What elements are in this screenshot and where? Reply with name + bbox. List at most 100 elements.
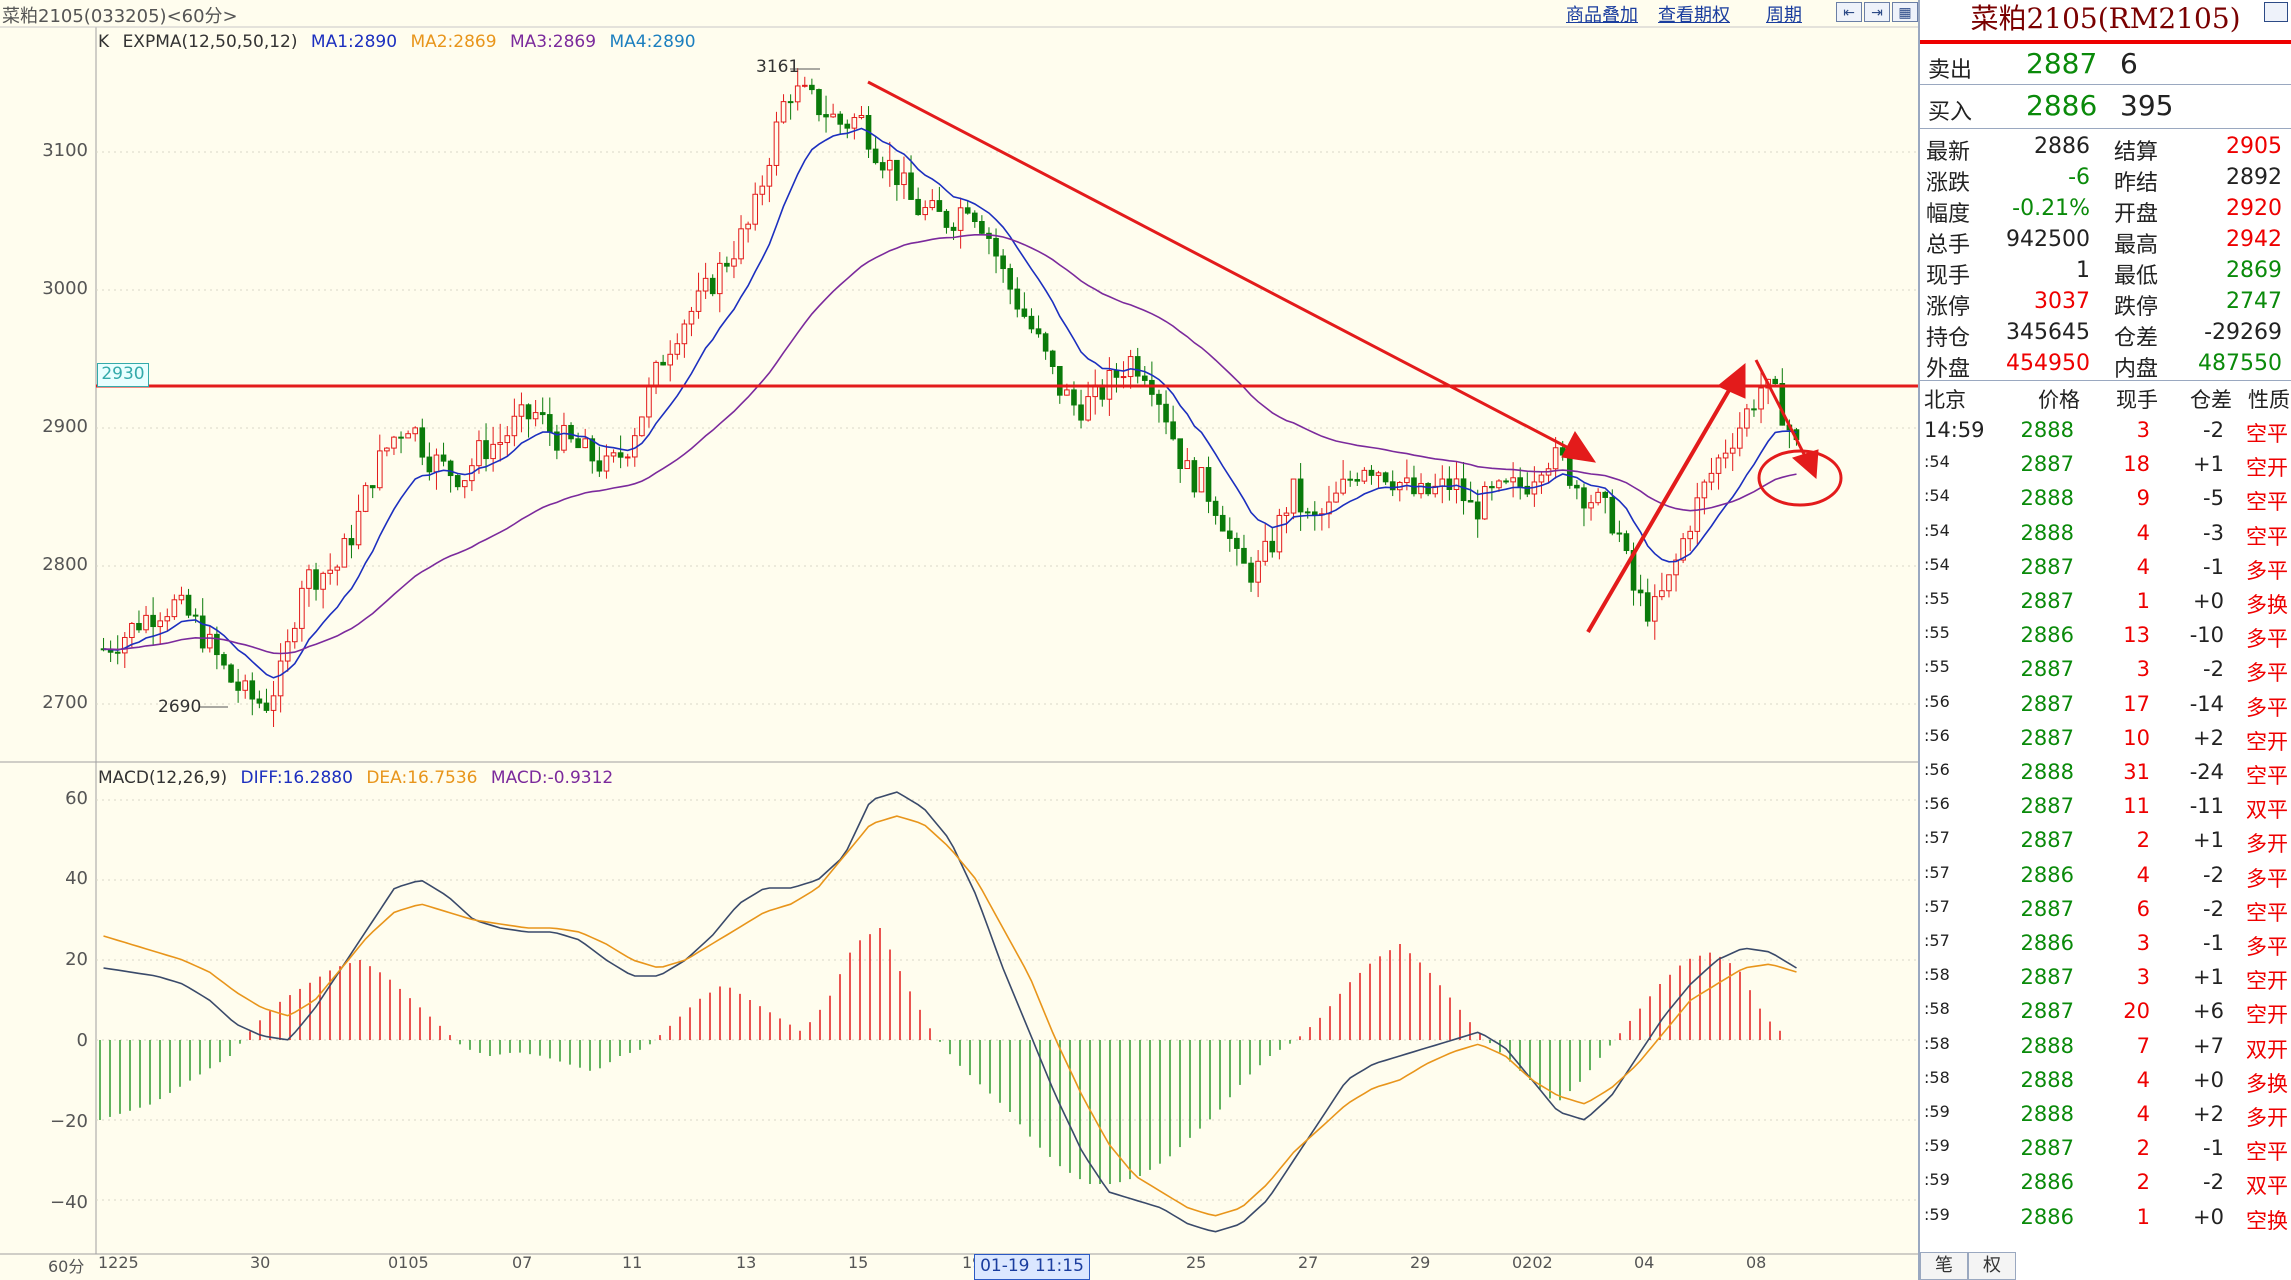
tick-price: 2887 xyxy=(2020,794,2074,819)
tick-row[interactable]: :57 2886 4 -2 多平 xyxy=(1920,863,2291,897)
candle-down xyxy=(398,436,404,439)
candle-down xyxy=(539,412,546,416)
candle-up xyxy=(1418,482,1424,495)
candle-down xyxy=(249,680,256,700)
y-tick: 3000 xyxy=(42,278,88,299)
chart-area[interactable] xyxy=(0,0,1918,1280)
tick-time: :59 xyxy=(1924,1102,1950,1121)
tick-row[interactable]: :58 2888 7 +7 双开 xyxy=(1920,1034,2291,1068)
ticks-header: 北京 价格 现手 仓差 性质 xyxy=(1920,384,2291,418)
tick-row[interactable]: :58 2887 20 +6 空开 xyxy=(1920,999,2291,1033)
tab-rights[interactable]: 权 xyxy=(1968,1252,2016,1280)
tick-row[interactable]: :57 2886 3 -1 多平 xyxy=(1920,931,2291,965)
stat-label: 开盘 xyxy=(2114,202,2159,227)
tick-row[interactable]: :55 2887 3 -2 多平 xyxy=(1920,657,2291,691)
candle-up xyxy=(1744,408,1750,429)
candle-up xyxy=(886,159,893,171)
candle-down xyxy=(979,221,985,234)
tick-time: :55 xyxy=(1924,657,1950,677)
tick-oi-change: +1 xyxy=(2193,965,2224,990)
tick-row[interactable]: :55 2887 1 +0 多换 xyxy=(1920,589,2291,623)
candle-up xyxy=(582,438,589,449)
candle-down xyxy=(1347,478,1354,481)
tick-row[interactable]: :58 2887 3 +1 空开 xyxy=(1920,965,2291,999)
candle-down xyxy=(369,485,376,489)
macd-y-tick: 40 xyxy=(65,868,88,889)
tick-row[interactable]: :59 2886 2 -2 双平 xyxy=(1920,1170,2291,1204)
tick-row[interactable]: :54 2887 4 -1 多平 xyxy=(1920,555,2291,589)
price-marker: 2930 xyxy=(97,363,149,387)
candle-down xyxy=(1474,501,1481,520)
candle-down xyxy=(1035,328,1042,335)
candle-down xyxy=(1163,403,1169,423)
tick-oi-change: -2 xyxy=(2203,896,2224,921)
tick-row[interactable]: :56 2887 17 -14 多平 xyxy=(1920,692,2291,726)
tick-row[interactable]: :59 2886 1 +0 空换 xyxy=(1920,1205,2291,1239)
stat-value: 3037 xyxy=(2034,289,2090,314)
stat-value: 345645 xyxy=(2006,320,2090,345)
candle-down xyxy=(546,414,553,433)
tick-row[interactable]: :56 2887 10 +2 空开 xyxy=(1920,726,2291,760)
tick-row[interactable]: :59 2888 4 +2 多开 xyxy=(1920,1102,2291,1136)
candle-down xyxy=(1460,478,1467,502)
indicator-prefix: K xyxy=(98,32,110,52)
stat-value: 487550 xyxy=(2198,351,2282,376)
tick-row[interactable]: :56 2887 11 -11 双平 xyxy=(1920,794,2291,828)
candle-down xyxy=(185,594,192,616)
tick-volume: 4 xyxy=(2136,862,2150,887)
tick-row[interactable]: :57 2887 2 +1 多开 xyxy=(1920,828,2291,862)
tick-oi-change: +2 xyxy=(2193,725,2224,750)
main-indicator-legend: K EXPMA(12,50,50,12) MA1:2890 MA2:2869 M… xyxy=(98,32,704,52)
candle-down xyxy=(1467,500,1474,503)
x-label: 27 xyxy=(1298,1253,1319,1272)
tick-row[interactable]: 14:59 2888 3 -2 空平 xyxy=(1920,418,2291,452)
tick-time: :56 xyxy=(1924,691,1950,711)
tick-row[interactable]: :55 2886 13 -10 多平 xyxy=(1920,623,2291,657)
candle-up xyxy=(801,84,808,87)
macd-name: MACD(12,26,9) xyxy=(98,768,228,788)
candle-up xyxy=(1538,474,1545,483)
candle-up xyxy=(206,633,213,649)
stat-value: -29269 xyxy=(2204,320,2282,345)
candle-up xyxy=(603,455,610,472)
low-label: 2690 xyxy=(158,697,202,717)
stat-value: -0.21% xyxy=(2012,196,2090,221)
tick-time: :57 xyxy=(1924,862,1950,882)
symbol-title: 菜粕2105(RM2105) xyxy=(1970,2,2241,35)
candle-down xyxy=(724,262,730,267)
header-volume: 现手 xyxy=(2116,388,2158,412)
candle-down xyxy=(263,702,270,711)
tick-time: :58 xyxy=(1924,1033,1950,1053)
tick-price: 2888 xyxy=(2020,520,2074,545)
candle-up xyxy=(532,412,539,420)
candle-down xyxy=(1446,478,1453,490)
tick-row[interactable]: :59 2887 2 -1 空平 xyxy=(1920,1136,2291,1170)
tick-row[interactable]: :57 2887 6 -2 空平 xyxy=(1920,897,2291,931)
tick-volume: 1 xyxy=(2136,1204,2150,1229)
tick-row[interactable]: :56 2888 31 -24 空平 xyxy=(1920,760,2291,794)
tick-row[interactable]: :58 2888 4 +0 多换 xyxy=(1920,1068,2291,1102)
x-label: 30 xyxy=(250,1253,271,1272)
candle-down xyxy=(313,569,319,590)
tick-row[interactable]: :54 2888 9 -5 空平 xyxy=(1920,486,2291,520)
tick-oi-change: +6 xyxy=(2193,999,2224,1024)
tick-volume: 1 xyxy=(2136,589,2150,613)
stat-label: 涨跌 xyxy=(1926,171,1971,196)
candle-up xyxy=(688,310,695,325)
candle-up xyxy=(476,440,482,467)
tick-row[interactable]: :54 2888 4 -3 空平 xyxy=(1920,521,2291,555)
x-label: 11 xyxy=(622,1253,643,1272)
tick-price: 2888 xyxy=(2020,1033,2074,1058)
tick-row[interactable]: :54 2887 18 +1 空开 xyxy=(1920,452,2291,486)
tick-time: :58 xyxy=(1924,965,1950,985)
candle-down xyxy=(950,226,957,231)
candle-down xyxy=(136,622,142,631)
candle-up xyxy=(1290,478,1297,514)
candle-up xyxy=(1722,452,1729,459)
window-restore-icon[interactable] xyxy=(2264,2,2288,22)
tab-trades[interactable]: 笔 xyxy=(1920,1252,1968,1280)
candle-up xyxy=(766,164,773,187)
candle-up xyxy=(504,435,511,444)
tick-oi-change: -10 xyxy=(2189,623,2224,648)
candle-up xyxy=(653,361,659,387)
